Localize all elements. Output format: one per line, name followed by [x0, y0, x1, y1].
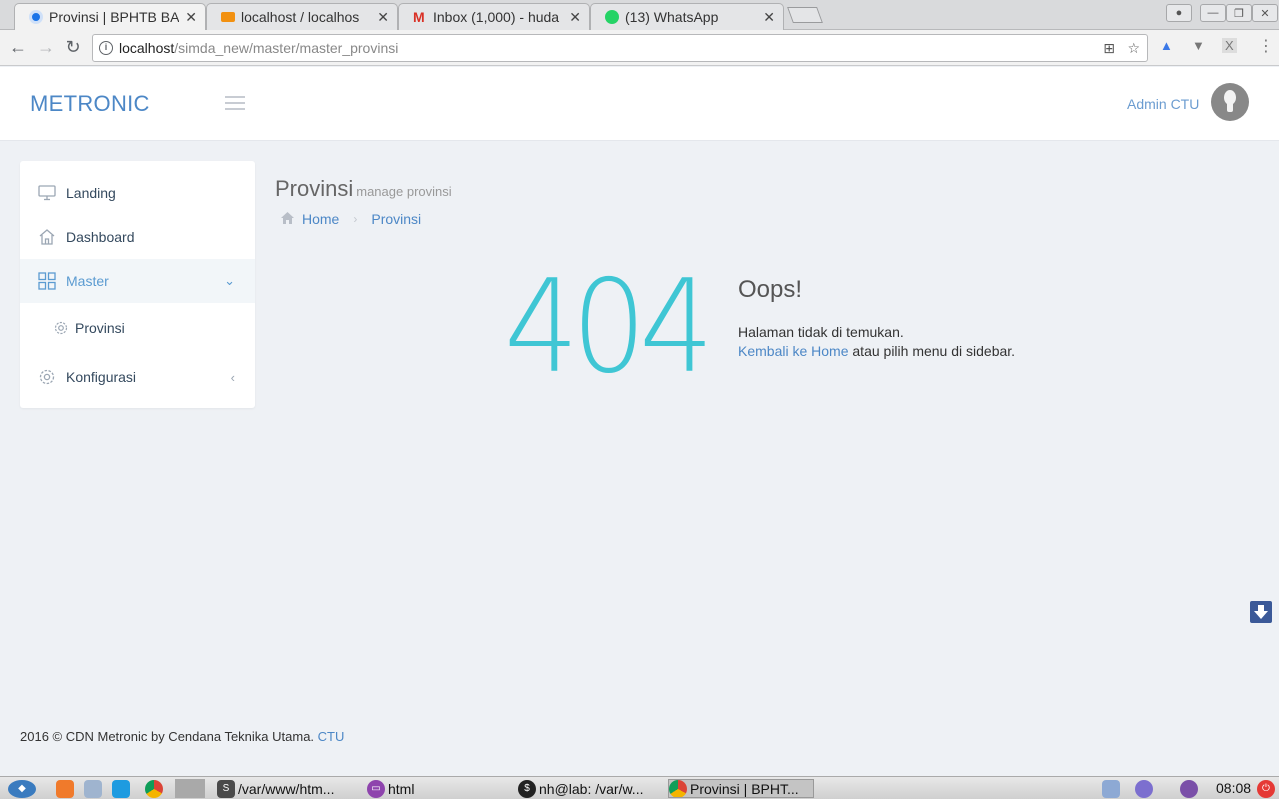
taskbar-item-chrome[interactable]: Provinsi | BPHT... — [668, 779, 814, 798]
breadcrumb-home-link[interactable]: Home — [302, 211, 339, 227]
reload-icon[interactable]: ↻ — [63, 37, 83, 58]
chevron-left-icon: ‹ — [230, 369, 235, 385]
menu-toggle-icon[interactable] — [225, 96, 245, 114]
translate-icon[interactable]: ⊞ — [1103, 40, 1115, 57]
breadcrumb-provinsi-link[interactable]: Provinsi — [371, 211, 421, 227]
taskbar-item-label: /var/www/htm... — [238, 780, 335, 797]
taskbar-item-label: html — [388, 780, 415, 797]
tab-close-icon[interactable]: ✕ — [377, 9, 389, 26]
browser-tab-phpmyadmin[interactable]: localhost / localhos ✕ — [206, 3, 398, 30]
user-name[interactable]: Admin CTU — [1127, 96, 1199, 112]
sidebar-item-konfigurasi[interactable]: Konfigurasi ‹ — [20, 355, 255, 399]
home-icon — [38, 228, 56, 246]
app-launcher-icon[interactable] — [56, 779, 77, 798]
sidebar-item-label: Landing — [66, 185, 116, 201]
files-icon[interactable] — [84, 779, 105, 798]
whatsapp-favicon-icon — [605, 10, 619, 24]
sidebar-item-master[interactable]: Master ⌄ — [20, 259, 255, 303]
chevron-right-icon: › — [353, 212, 358, 226]
sidebar-item-landing[interactable]: Landing — [20, 171, 255, 215]
breadcrumb: Home › Provinsi — [281, 211, 421, 227]
phpmyadmin-favicon-icon — [221, 12, 235, 22]
error-code: 404 — [504, 253, 714, 402]
sidebar-item-label: Provinsi — [75, 320, 125, 336]
site-favicon-icon — [29, 10, 43, 24]
taskbar-item-label: nh@lab: /var/w... — [539, 780, 644, 797]
taskbar-item-terminal[interactable]: $ nh@lab: /var/w... — [518, 779, 663, 798]
profile-icon[interactable]: ● — [1166, 4, 1192, 22]
extension-x-icon[interactable]: X — [1222, 38, 1237, 53]
browser-menu-icon[interactable]: ⋮ — [1258, 36, 1274, 56]
tab-title: Provinsi | BPHTB BA — [49, 9, 180, 25]
tab-close-icon[interactable]: ✕ — [569, 9, 581, 26]
taskbar: ◆ S/var/www/htm... ▭ html $ nh@lab: /var/w… — [0, 776, 1279, 799]
sidebar-item-provinsi[interactable]: Provinsi — [20, 306, 255, 350]
tab-title: (13) WhatsApp — [625, 9, 719, 25]
sidebar-item-label: Konfigurasi — [66, 369, 137, 385]
tab-title: localhost / localhos — [241, 9, 360, 25]
tab-close-icon[interactable]: ✕ — [763, 9, 775, 26]
sidebar-item-dashboard[interactable]: Dashboard — [20, 215, 255, 259]
browser-tab-bar: Provinsi | BPHTB BA ✕ localhost / localh… — [0, 0, 1279, 30]
volume-icon[interactable] — [1180, 779, 1201, 798]
battery-icon[interactable] — [1102, 779, 1123, 798]
footer: 2016 © CDN Metronic by Cendana Teknika U… — [20, 729, 344, 744]
home-icon — [281, 211, 294, 227]
sidebar: Landing Dashboard Master ⌄ Provinsi Konf… — [20, 161, 255, 408]
file-manager-icon[interactable] — [112, 779, 133, 798]
browser-tab-provinsi[interactable]: Provinsi | BPHTB BA ✕ — [14, 3, 206, 30]
url-text[interactable]: localhost/simda_new/master/master_provin… — [119, 40, 398, 56]
browser-tab-whatsapp[interactable]: (13) WhatsApp ✕ — [590, 3, 784, 30]
chevron-down-icon: ⌄ — [224, 273, 235, 288]
new-tab-button[interactable] — [787, 7, 823, 23]
page-title: Provinsi manage provinsi — [275, 176, 452, 201]
gear-icon — [38, 368, 56, 386]
browser-toolbar: ← → ↻ i localhost/simda_new/master/maste… — [0, 30, 1279, 66]
start-menu-icon[interactable]: ◆ — [8, 779, 39, 798]
site-info-icon[interactable]: i — [99, 41, 113, 55]
gear-icon — [52, 319, 70, 337]
chrome-launcher-icon[interactable] — [145, 779, 166, 798]
window-close-icon[interactable]: ✕ — [1252, 4, 1278, 22]
avatar[interactable] — [1211, 83, 1249, 121]
footer-ctu-link[interactable]: CTU — [318, 729, 345, 744]
gmail-favicon-icon: M — [413, 9, 425, 25]
back-home-link[interactable]: Kembali ke Home — [738, 343, 849, 359]
grid-icon — [38, 272, 56, 290]
error-hint-text: atau pilih menu di sidebar. — [848, 343, 1016, 359]
error-message: Halaman tidak di temukan. Kembali ke Hom… — [738, 323, 1015, 361]
taskbar-item-html[interactable]: ▭ html — [367, 779, 507, 798]
sidebar-item-label: Dashboard — [66, 229, 135, 245]
address-bar[interactable]: i localhost/simda_new/master/master_prov… — [92, 34, 1148, 62]
page-subtitle: manage provinsi — [356, 184, 452, 199]
taskbar-item-label: Provinsi | BPHT... — [690, 780, 799, 797]
error-message-text: Halaman tidak di temukan. — [738, 324, 904, 340]
footer-text: 2016 © CDN Metronic by Cendana Teknika U… — [20, 729, 318, 744]
logo[interactable]: METRONIC — [30, 91, 150, 117]
browser-tab-gmail[interactable]: M Inbox (1,000) - huda ✕ — [398, 3, 590, 30]
error-title: Oops! — [738, 276, 803, 303]
page-header: METRONIC Admin CTU — [0, 67, 1279, 141]
sidebar-item-label: Master — [66, 273, 109, 289]
restore-icon[interactable]: ❐ — [1226, 4, 1252, 22]
tab-close-icon[interactable]: ✕ — [185, 9, 197, 26]
forward-icon[interactable]: → — [36, 37, 56, 58]
network-icon[interactable] — [1135, 779, 1156, 798]
back-icon[interactable]: ← — [8, 37, 28, 58]
taskbar-item-sublime[interactable]: S/var/www/htm... — [217, 779, 362, 798]
scroll-down-button[interactable] — [1250, 601, 1272, 623]
monitor-icon — [38, 184, 56, 202]
minimize-icon[interactable]: — — [1200, 4, 1226, 22]
bookmark-star-icon[interactable]: ☆ — [1127, 40, 1140, 57]
clock[interactable]: 08:08 — [1216, 780, 1251, 796]
power-icon[interactable]: ⏻ — [1257, 779, 1278, 798]
workspace-switcher[interactable] — [175, 779, 205, 798]
arrow-down-icon — [1254, 605, 1268, 619]
extension-v-icon[interactable]: ▼ — [1192, 38, 1205, 53]
tab-title: Inbox (1,000) - huda — [433, 9, 560, 25]
extension-arrow-icon[interactable]: ▲ — [1160, 38, 1173, 53]
